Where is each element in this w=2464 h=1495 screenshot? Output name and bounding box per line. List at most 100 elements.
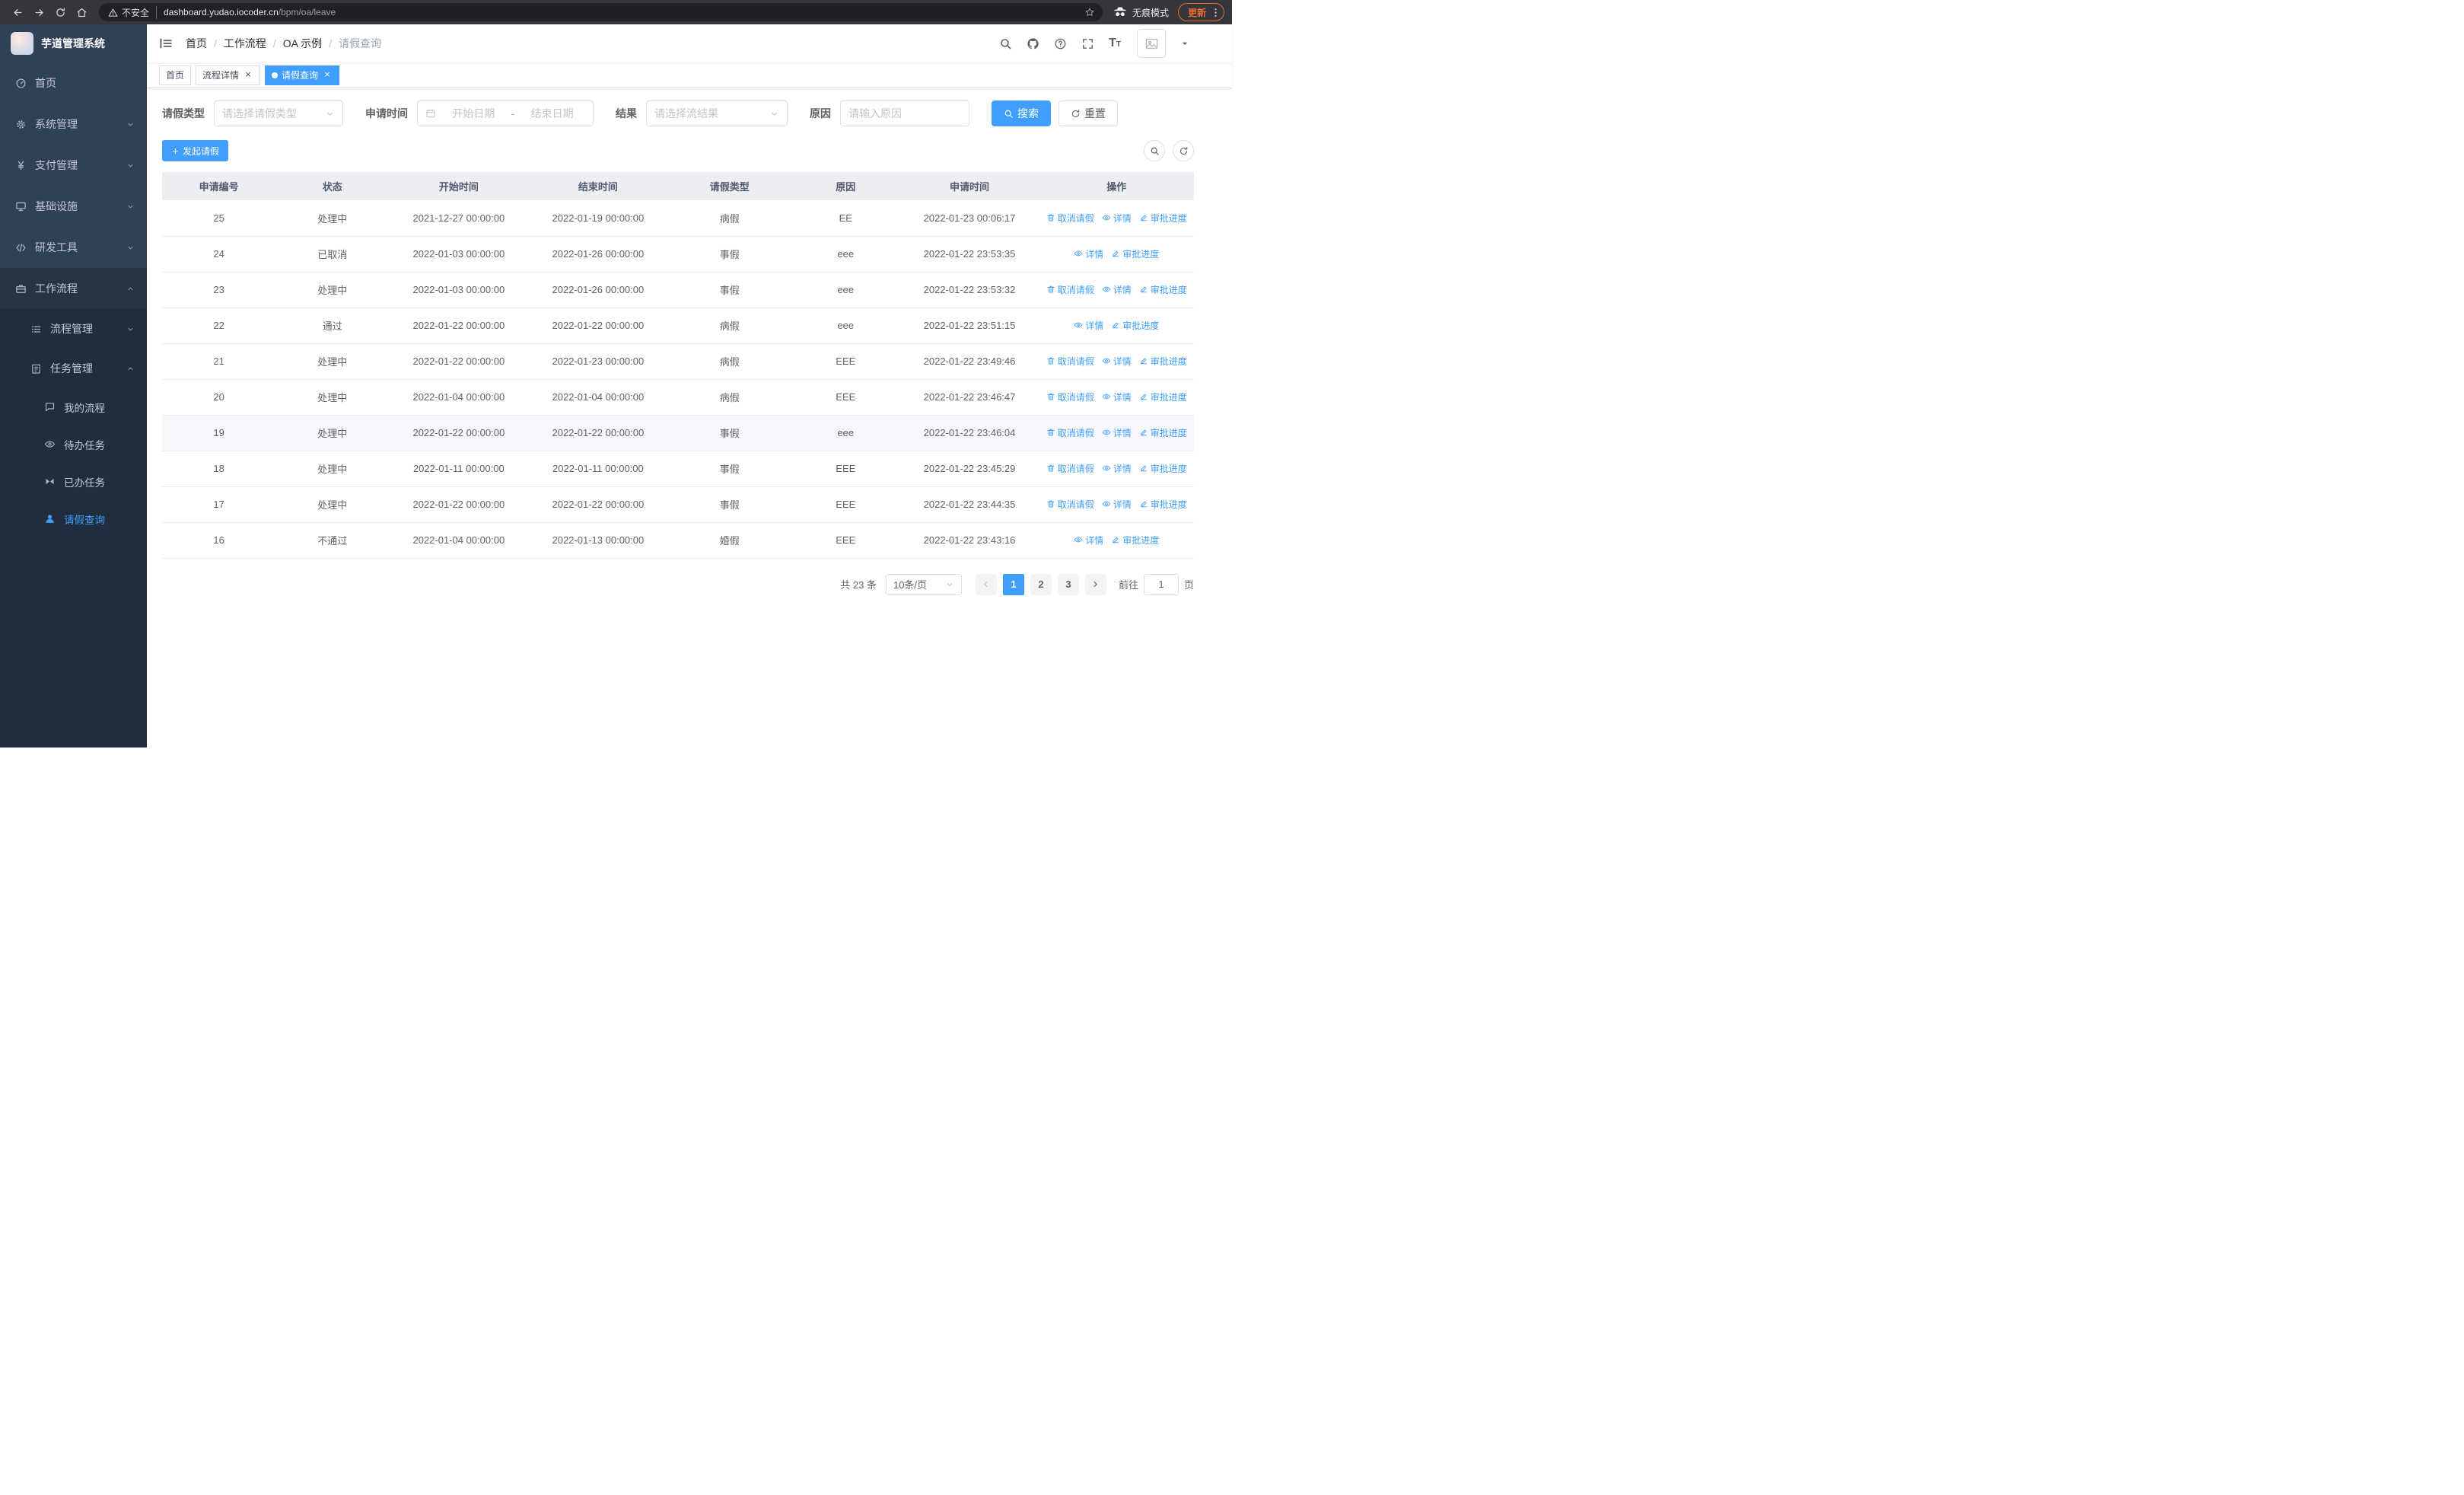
delete-icon (1046, 428, 1055, 437)
apply-time-range-picker[interactable]: 开始日期 - 结束日期 (417, 100, 594, 126)
avatar[interactable] (1137, 29, 1166, 58)
sidebar-item-infrastructure[interactable]: 基础设施 (0, 186, 147, 227)
cell-status: 处理中 (275, 379, 390, 416)
eye-icon (44, 438, 56, 450)
cell-start-time: 2022-01-03 00:00:00 (389, 272, 529, 308)
gear-icon (15, 119, 27, 130)
search-icon[interactable] (999, 37, 1012, 50)
cancel-leave-link[interactable]: 取消请假 (1046, 426, 1094, 439)
action-label: 取消请假 (1057, 284, 1094, 295)
breadcrumb-item[interactable]: 工作流程 (224, 36, 266, 51)
leave-type-label: 请假类型 (162, 107, 205, 120)
create-leave-button[interactable]: 发起请假 (162, 140, 229, 161)
logo-image (11, 32, 33, 55)
cell-status: 处理中 (275, 343, 390, 380)
cancel-leave-link[interactable]: 取消请假 (1046, 212, 1094, 225)
progress-link[interactable]: 审批进度 (1139, 390, 1187, 403)
progress-link[interactable]: 审批进度 (1139, 462, 1187, 475)
reason-input[interactable] (848, 107, 961, 120)
cell-id: 16 (162, 522, 276, 559)
bookmark-star-icon[interactable] (1081, 4, 1098, 21)
cancel-leave-link[interactable]: 取消请假 (1046, 283, 1094, 296)
breadcrumb-item[interactable]: 首页 (186, 36, 207, 51)
breadcrumb-separator: / (329, 37, 333, 49)
back-button[interactable] (8, 2, 27, 22)
progress-link[interactable]: 审批进度 (1139, 212, 1187, 225)
detail-link[interactable]: 详情 (1102, 426, 1132, 439)
sidebar-item-process-management[interactable]: 流程管理 (0, 309, 147, 349)
home-button[interactable] (72, 2, 91, 22)
tab-process-detail[interactable]: 流程详情 × (196, 65, 261, 85)
sidebar-item-system-management[interactable]: 系统管理 (0, 104, 147, 145)
collapse-sidebar-icon[interactable] (158, 36, 173, 51)
tab-home[interactable]: 首页 (159, 65, 192, 85)
reload-button[interactable] (50, 2, 70, 22)
view-icon (1074, 320, 1083, 330)
chevron-down-icon (126, 325, 135, 333)
breadcrumb-item[interactable]: OA 示例 (283, 36, 322, 51)
caret-down-icon[interactable] (1180, 39, 1189, 48)
cell-reason: EEE (791, 451, 900, 487)
page-button-1[interactable]: 1 (1002, 573, 1024, 595)
sidebar-item-workflow[interactable]: 工作流程 (0, 268, 147, 309)
security-warning[interactable]: 不安全 (108, 5, 158, 19)
sidebar-item-leave-query[interactable]: 请假查询 (0, 500, 147, 537)
update-menu-button[interactable]: 更新 (1177, 3, 1224, 21)
detail-link[interactable]: 详情 (1074, 247, 1103, 260)
prev-page-button[interactable] (975, 573, 997, 595)
calendar-icon (425, 108, 436, 119)
cell-leave-type: 事假 (667, 272, 792, 308)
progress-link[interactable]: 审批进度 (1139, 283, 1187, 296)
page-button-2[interactable]: 2 (1030, 573, 1052, 595)
sidebar-item-payment-management[interactable]: 支付管理 (0, 145, 147, 186)
next-page-button[interactable] (1084, 573, 1106, 595)
detail-link[interactable]: 详情 (1074, 534, 1103, 547)
detail-link[interactable]: 详情 (1102, 355, 1132, 368)
cell-id: 20 (162, 379, 276, 416)
forward-button[interactable] (29, 2, 49, 22)
progress-link[interactable]: 审批进度 (1139, 355, 1187, 368)
toggle-search-button[interactable] (1144, 140, 1165, 161)
cancel-leave-link[interactable]: 取消请假 (1046, 355, 1094, 368)
progress-link[interactable]: 审批进度 (1139, 426, 1187, 439)
font-size-icon[interactable]: TT (1109, 37, 1121, 49)
sidebar-item-task-management[interactable]: 任务管理 (0, 349, 147, 388)
refresh-table-button[interactable] (1173, 140, 1194, 161)
url-bar[interactable]: 不安全 dashboard.yudao.iocoder.cn/bpm/oa/le… (99, 3, 1103, 21)
close-icon[interactable]: × (322, 69, 333, 81)
action-label: 详情 (1113, 391, 1132, 403)
detail-link[interactable]: 详情 (1102, 283, 1132, 296)
leave-type-select[interactable]: 请选择请假类型 (214, 100, 343, 126)
help-icon[interactable] (1054, 37, 1067, 50)
progress-link[interactable]: 审批进度 (1139, 498, 1187, 511)
detail-link[interactable]: 详情 (1102, 462, 1132, 475)
result-select[interactable]: 请选择流结果 (646, 100, 788, 126)
edit-icon (1111, 320, 1120, 330)
sidebar-item-todo-tasks[interactable]: 待办任务 (0, 426, 147, 463)
cell-status: 已取消 (275, 236, 390, 273)
fullscreen-icon[interactable] (1081, 37, 1094, 50)
reset-button[interactable]: 重置 (1059, 100, 1118, 126)
cancel-leave-link[interactable]: 取消请假 (1046, 498, 1094, 511)
cancel-leave-link[interactable]: 取消请假 (1046, 462, 1094, 475)
detail-link[interactable]: 详情 (1102, 212, 1132, 225)
goto-page-input[interactable] (1143, 573, 1179, 595)
sidebar-logo[interactable]: 芋道管理系统 (0, 24, 147, 62)
sidebar-item-dev-tools[interactable]: 研发工具 (0, 227, 147, 268)
detail-link[interactable]: 详情 (1102, 390, 1132, 403)
github-icon[interactable] (1027, 37, 1039, 50)
page-button-3[interactable]: 3 (1057, 573, 1079, 595)
sidebar-item-my-processes[interactable]: 我的流程 (0, 388, 147, 426)
close-icon[interactable]: × (243, 69, 253, 81)
progress-link[interactable]: 审批进度 (1111, 247, 1159, 260)
tab-leave-query[interactable]: 请假查询 × (265, 65, 340, 85)
progress-link[interactable]: 审批进度 (1111, 534, 1159, 547)
detail-link[interactable]: 详情 (1074, 319, 1103, 332)
cancel-leave-link[interactable]: 取消请假 (1046, 390, 1094, 403)
sidebar-item-home[interactable]: 首页 (0, 62, 147, 104)
search-button[interactable]: 搜索 (992, 100, 1051, 126)
sidebar-item-done-tasks[interactable]: 已办任务 (0, 463, 147, 500)
page-size-select[interactable]: 10条/页 (885, 573, 962, 595)
detail-link[interactable]: 详情 (1102, 498, 1132, 511)
progress-link[interactable]: 审批进度 (1111, 319, 1159, 332)
